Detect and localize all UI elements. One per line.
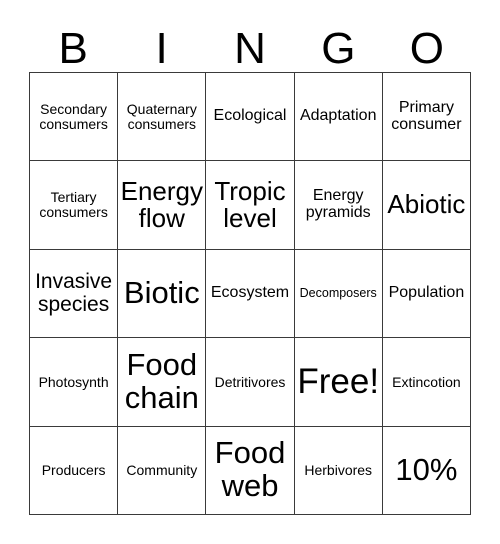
bingo-row: Producers Community Food web Herbivores …: [30, 426, 472, 516]
bingo-cell-label: Invasive species: [35, 270, 113, 316]
bingo-cell-label: Primary consumer: [391, 98, 462, 133]
bingo-cell-label: Photosynth: [38, 373, 109, 390]
bingo-row: Photosynth Food chain Detritivores Free!…: [30, 338, 472, 427]
bingo-cell-free-space[interactable]: Free!: [294, 338, 383, 427]
bingo-cell[interactable]: Detritivores: [206, 338, 295, 427]
bingo-row: Tertiary consumers Energy flow Tropic le…: [30, 161, 472, 250]
bingo-cell[interactable]: Herbivores: [294, 426, 383, 516]
bingo-cell[interactable]: Energy flow: [118, 161, 207, 250]
bingo-cell[interactable]: Decomposers: [294, 249, 383, 339]
bingo-cell-label: Abiotic: [387, 189, 466, 220]
bingo-cell-label: Energy pyramids: [305, 187, 371, 222]
bingo-cell-label: Extincotion: [392, 373, 461, 390]
bingo-cell[interactable]: Primary consumer: [382, 73, 472, 162]
bingo-cell[interactable]: Secondary consumers: [30, 73, 119, 162]
bingo-cell[interactable]: Biotic: [118, 249, 207, 339]
bingo-cell[interactable]: Population: [382, 249, 472, 339]
bingo-row: Invasive species Biotic Ecosystem Decomp…: [30, 249, 472, 339]
bingo-cell-label: Quaternary consumers: [126, 100, 197, 132]
bingo-cell[interactable]: 10%: [382, 426, 472, 516]
bingo-cell[interactable]: Community: [118, 426, 207, 516]
bingo-cell-label: Detritivores: [214, 373, 286, 390]
bingo-cell[interactable]: Food web: [206, 426, 295, 516]
bingo-cell-label: Adaptation: [299, 107, 377, 125]
bingo-cell-label: Food web: [214, 435, 286, 504]
bingo-cell-label: Decomposers: [299, 285, 377, 300]
bingo-cell[interactable]: Abiotic: [382, 161, 472, 250]
bingo-cell-label: Food chain: [124, 347, 199, 415]
bingo-cell-label: Population: [388, 284, 465, 302]
bingo-cell-label: Secondary consumers: [39, 100, 108, 132]
bingo-cell-label: 10%: [395, 451, 458, 487]
header-letter-n: N: [234, 24, 266, 73]
header-letter-o: O: [409, 24, 444, 73]
bingo-cell[interactable]: Tropic level: [206, 161, 295, 250]
header-letter-b: B: [58, 24, 88, 73]
bingo-cell[interactable]: Producers: [30, 426, 119, 516]
bingo-cell-label: Free!: [297, 362, 380, 402]
bingo-cell[interactable]: Photosynth: [30, 338, 119, 427]
bingo-cell[interactable]: Energy pyramids: [294, 161, 383, 250]
bingo-cell-label: Producers: [41, 461, 106, 478]
bingo-cell[interactable]: Tertiary consumers: [30, 161, 119, 250]
bingo-cell[interactable]: Ecosystem: [206, 249, 295, 339]
bingo-cell[interactable]: Invasive species: [30, 249, 119, 339]
bingo-cell-label: Herbivores: [304, 461, 373, 478]
bingo-cell-label: Ecosystem: [210, 284, 290, 302]
bingo-header-row: B I N G O: [29, 12, 471, 72]
bingo-cell[interactable]: Ecological: [206, 73, 295, 162]
bingo-cell-label: Biotic: [123, 275, 200, 311]
bingo-row: Secondary consumers Quaternary consumers…: [30, 73, 472, 162]
bingo-cell[interactable]: Adaptation: [294, 73, 383, 162]
bingo-card: B I N G O Secondary consumers Quaternary…: [0, 0, 500, 544]
bingo-cell-label: Energy flow: [120, 175, 203, 234]
bingo-cell-label: Ecological: [213, 107, 287, 125]
bingo-cell[interactable]: Extincotion: [382, 338, 472, 427]
header-letter-i: I: [155, 24, 168, 73]
bingo-cell-label: Tertiary consumers: [39, 189, 108, 221]
bingo-cell-label: Tropic level: [214, 175, 286, 234]
header-letter-g: G: [321, 24, 356, 73]
bingo-cell[interactable]: Quaternary consumers: [118, 73, 207, 162]
bingo-grid: Secondary consumers Quaternary consumers…: [29, 72, 472, 516]
bingo-cell[interactable]: Food chain: [118, 338, 207, 427]
bingo-cell-label: Community: [126, 461, 198, 478]
